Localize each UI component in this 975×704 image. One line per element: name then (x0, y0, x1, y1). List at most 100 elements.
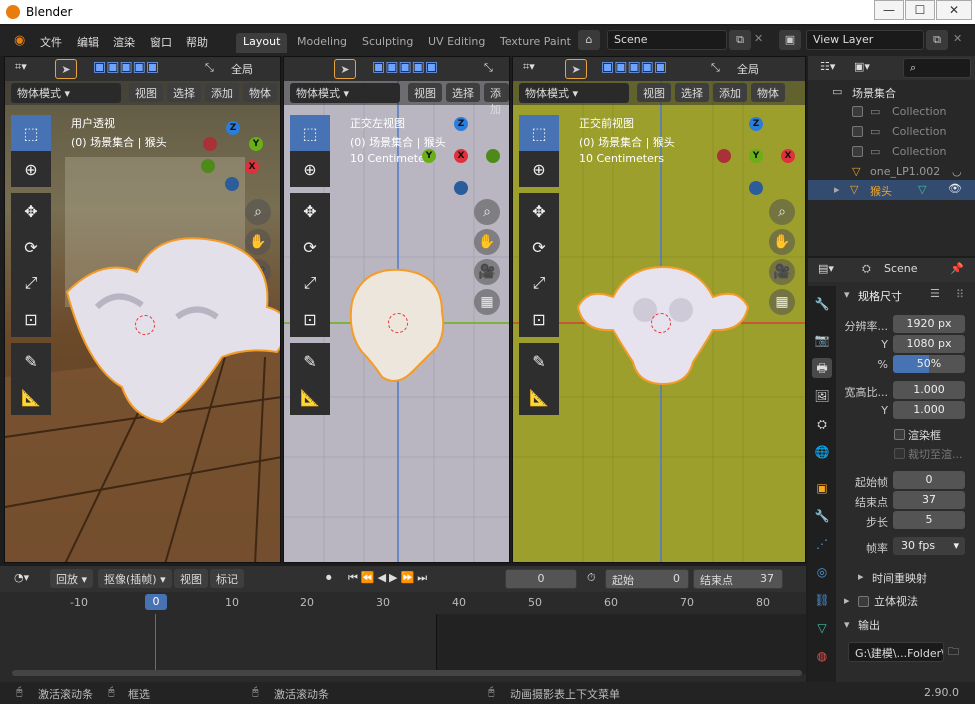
viewport-left-ortho[interactable]: ➤ ▣▣▣▣▣ ⤡ 物体模式 ▾ 视图 选择 添加 正交左视图 (0) 场景集合… (283, 56, 510, 563)
annotate-icon[interactable]: ✎ (290, 343, 330, 379)
scale-icon[interactable]: ⤢ (11, 265, 51, 301)
move-icon[interactable]: ✥ (11, 193, 51, 229)
zoom-icon[interactable]: ⌕ (769, 199, 795, 225)
start-frame-field[interactable]: 起始 0 (605, 569, 689, 589)
add-menu[interactable]: 添加 (205, 83, 239, 102)
rotate-icon[interactable]: ⟳ (11, 229, 51, 265)
gizmo-y-icon[interactable]: Y (422, 149, 436, 163)
stereoscopy-checkbox[interactable] (858, 596, 869, 607)
new-scene-icon[interactable]: ⧉ (729, 30, 751, 50)
resolution-x-field[interactable]: 1920 px (893, 315, 965, 333)
tab-sculpting[interactable]: Sculpting (355, 33, 420, 53)
tab-layout[interactable]: Layout (236, 33, 288, 53)
orientation-label[interactable]: 全局 (737, 61, 759, 77)
tab-uv-editing[interactable]: UV Editing (421, 33, 492, 53)
outliner-item[interactable]: ▭ Collection (808, 142, 975, 162)
measure-icon[interactable]: 📐 (290, 379, 330, 415)
move-icon[interactable]: ✥ (519, 193, 559, 229)
exclude-checkbox[interactable] (852, 146, 863, 157)
gizmo-z-icon[interactable]: Z (454, 117, 468, 131)
data-tab-icon[interactable]: ▽ (812, 618, 832, 638)
orientation-label[interactable]: 全局 (231, 61, 253, 77)
output-tab-icon[interactable]: 🖶 (812, 358, 832, 378)
mode-dropdown[interactable]: 物体模式 ▾ (290, 83, 400, 103)
select-mode-icons[interactable]: ▣▣▣▣▣ (601, 59, 667, 75)
transform-icon[interactable]: ⊡ (290, 301, 330, 337)
frame-step-field[interactable]: 5 (893, 511, 965, 529)
expand-arrow-icon[interactable]: ▾ (844, 618, 850, 631)
object-menu[interactable]: 物体 (751, 83, 785, 102)
scale-icon[interactable]: ⤢ (290, 265, 330, 301)
scale-icon[interactable]: ⤢ (519, 265, 559, 301)
mode-dropdown[interactable]: 物体模式 ▾ (11, 83, 121, 103)
panel-collapse-icon[interactable]: ▾ (844, 288, 850, 301)
rotate-icon[interactable]: ⟳ (519, 229, 559, 265)
cursor-icon[interactable]: ⊕ (11, 151, 51, 187)
output-panel[interactable]: 输出 (858, 617, 880, 633)
record-icon[interactable]: ⏺ (326, 571, 332, 585)
rotate-icon[interactable]: ⟳ (290, 229, 330, 265)
visibility-icon[interactable]: ◡ (952, 165, 962, 178)
blender-menu-icon[interactable]: ◉ (14, 33, 25, 48)
aspect-x-field[interactable]: 1.000 (893, 381, 965, 399)
scene-selector-icon[interactable]: ⌂ (578, 30, 600, 50)
object-menu[interactable]: 物体 (243, 83, 277, 102)
zoom-icon[interactable]: ⌕ (474, 199, 500, 225)
annotate-icon[interactable]: ✎ (519, 343, 559, 379)
resolution-percent-slider[interactable]: 50% (893, 355, 965, 373)
gizmo-neg-y-icon[interactable] (201, 159, 215, 173)
scene-name-field[interactable]: Scene (607, 30, 727, 50)
modifier-tab-icon[interactable]: 🔧 (812, 506, 832, 526)
time-remap-panel[interactable]: 时间重映射 (872, 570, 927, 586)
presets-list-icon[interactable]: ☰ (930, 287, 940, 300)
gizmo-y-icon[interactable]: Y (749, 149, 763, 163)
preview-range-icon[interactable]: ⏱ (587, 571, 596, 585)
menu-window[interactable]: 窗口 (150, 34, 172, 50)
gizmo-y-icon[interactable]: Y (249, 137, 263, 151)
properties-type-icon[interactable]: ▤▾ (818, 262, 834, 275)
select-mode-icons[interactable]: ▣▣▣▣▣ (93, 59, 159, 75)
camera-icon[interactable]: 🎥 (769, 259, 795, 285)
select-box-icon[interactable]: ⬚ (290, 115, 330, 151)
particles-tab-icon[interactable]: ⋰ (812, 534, 832, 554)
fps-dropdown[interactable]: 30 fps ▾ (893, 537, 965, 555)
pan-hand-icon[interactable]: ✋ (474, 229, 500, 255)
timeline-view-menu[interactable]: 视图 (174, 569, 208, 588)
measure-icon[interactable]: 📐 (11, 379, 51, 415)
playback-menu[interactable]: 回放 ▾ (50, 569, 94, 588)
drag-handle-icon[interactable]: ⠿ (956, 288, 964, 301)
tab-modeling[interactable]: Modeling (290, 33, 354, 53)
select-menu[interactable]: 选择 (167, 83, 201, 102)
aspect-y-field[interactable]: 1.000 (893, 401, 965, 419)
end-frame-field[interactable]: 结束点 37 (693, 569, 783, 589)
editor-type-icon[interactable]: ⌗▾ (523, 60, 535, 74)
view-layer-field[interactable]: View Layer (806, 30, 924, 50)
frame-end-field[interactable]: 37 (893, 491, 965, 509)
display-mode-icon[interactable]: ▣▾ (854, 60, 870, 73)
annotate-icon[interactable]: ✎ (11, 343, 51, 379)
select-menu[interactable]: 选择 (446, 83, 480, 102)
transform-icon[interactable]: ⊡ (11, 301, 51, 337)
crop-checkbox[interactable] (894, 448, 905, 459)
timeline-editor-type-icon[interactable]: ◔▾ (14, 571, 29, 584)
pan-hand-icon[interactable]: ✋ (769, 229, 795, 255)
gizmo-x-icon[interactable]: X (781, 149, 795, 163)
ortho-grid-icon[interactable]: ▦ (474, 289, 500, 315)
visibility-icon[interactable]: 👁 (948, 182, 962, 195)
pin-icon[interactable]: 📌 (950, 262, 964, 275)
measure-icon[interactable]: 📐 (519, 379, 559, 415)
transform-icon[interactable]: ⊡ (519, 301, 559, 337)
cursor-icon[interactable]: ⊕ (290, 151, 330, 187)
view-menu[interactable]: 视图 (408, 83, 442, 102)
output-path-field[interactable]: G:\建模\...Folder\ (848, 642, 944, 662)
editor-type-icon[interactable]: ⌗▾ (15, 60, 27, 74)
menu-file[interactable]: 文件 (40, 34, 62, 50)
keying-menu[interactable]: 抠像(插帧) ▾ (98, 569, 172, 588)
gizmo-neg-x-icon[interactable] (717, 149, 731, 163)
world-tab-icon[interactable]: 🌐 (812, 442, 832, 462)
menu-help[interactable]: 帮助 (186, 34, 208, 50)
panel-title[interactable]: 规格尺寸 (858, 288, 902, 304)
close-button[interactable]: ✕ (936, 0, 972, 20)
render-region-checkbox[interactable] (894, 429, 905, 440)
maximize-icon[interactable]: ☐ (905, 0, 935, 20)
